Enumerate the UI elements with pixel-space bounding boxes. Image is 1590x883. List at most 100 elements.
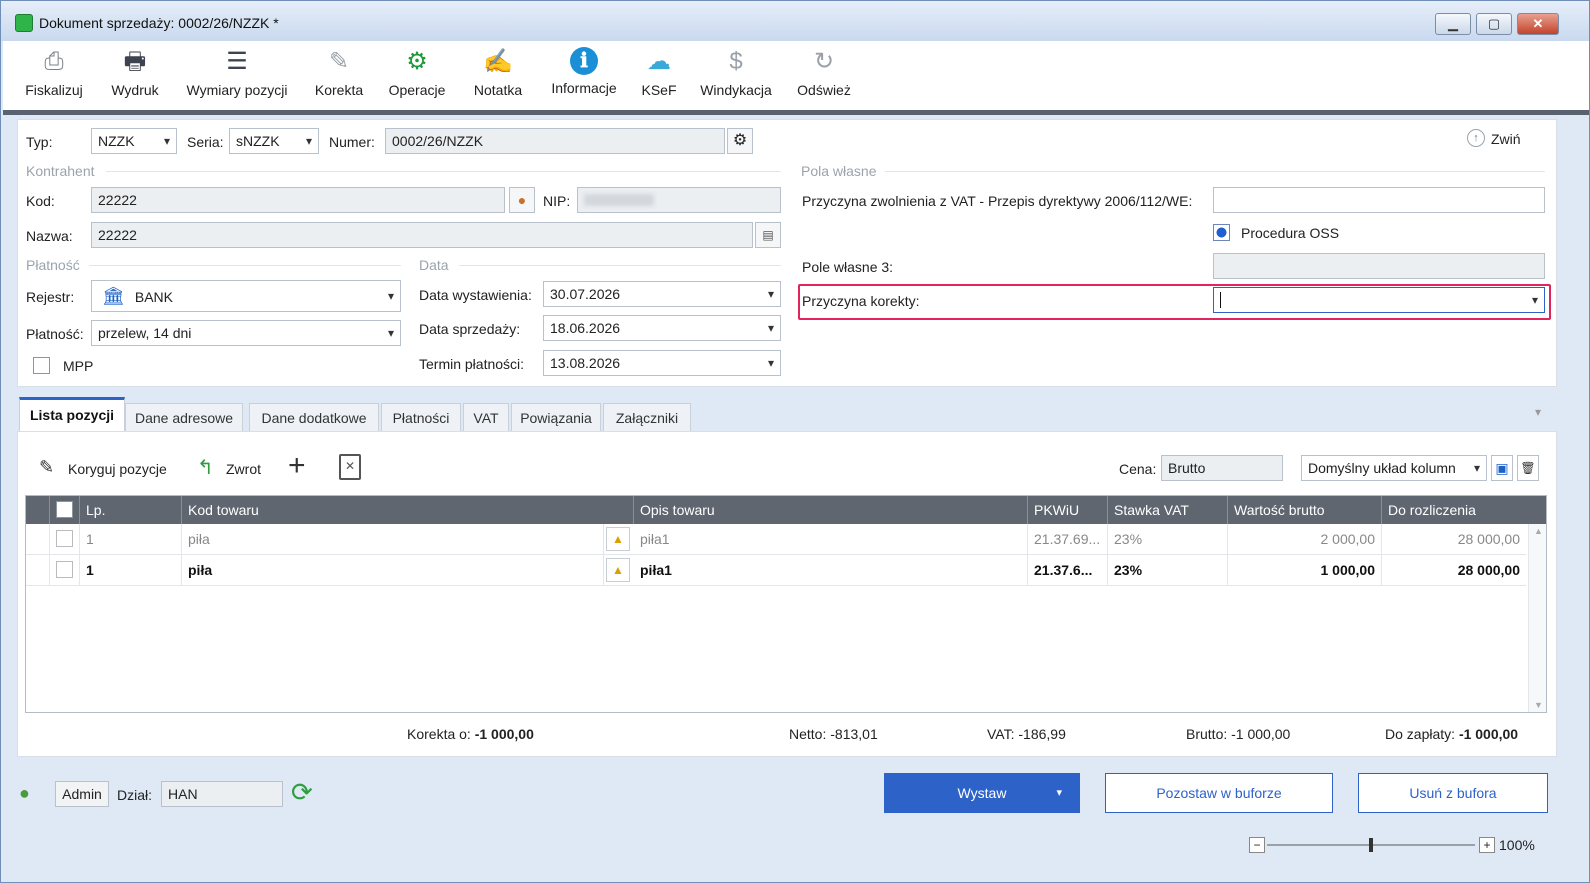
tab-vat[interactable]: VAT [463,403,509,433]
maximize-button[interactable]: ▢ [1476,13,1512,35]
user-icon: ● [19,783,30,803]
zwrot-button[interactable]: Zwrot [226,461,261,477]
tab-zalaczniki[interactable]: Załączniki [603,403,691,433]
przyczyna-zwolnienia-input[interactable] [1213,187,1545,213]
col-kod-towaru[interactable]: Kod towaru [182,496,634,524]
user-badge[interactable]: Admin [55,781,109,807]
vat-total-value: -186,99 [1018,726,1066,742]
tab-dane-dodatkowe[interactable]: Dane dodatkowe [249,403,379,433]
dzial-input[interactable]: HAN [161,781,283,807]
data-sprzedazy-input[interactable]: 18.06.2026 [543,315,781,341]
col-lp[interactable]: Lp. [80,496,182,524]
typ-select[interactable]: NZZK [91,128,177,154]
korekta-total-value: -1 000,00 [474,726,534,742]
wystaw-dropdown-icon[interactable]: ▾ [1056,773,1062,813]
wydruk-button[interactable]: 🖶 Wydruk [103,41,167,111]
brutto-total-value: -1 000,00 [1231,726,1291,742]
numbering-settings-icon[interactable]: ⚙ [727,128,753,154]
tab-powiazania[interactable]: Powiązania [511,403,601,433]
cell-wartosc-brutto: 1 000,00 [1228,555,1382,585]
pole-wlasne-3-input[interactable] [1213,253,1545,279]
trash-icon[interactable]: 🗑 [1517,455,1539,481]
address-card-icon[interactable]: ▤ [755,222,781,248]
toolbar-label: KSeF [641,82,677,98]
add-icon[interactable]: + [288,449,306,483]
zoom-out-button[interactable]: − [1249,837,1265,853]
mpp-checkbox[interactable] [33,357,50,374]
table-row[interactable]: 1 piła ▲ piła1 21.37.6... 23% 1 000,00 2… [26,555,1526,586]
toolbar-label: Wydruk [111,82,159,98]
zoom-in-button[interactable]: + [1479,837,1495,853]
numer-label: Numer: [329,134,375,150]
save-icon[interactable]: ▣ [1491,455,1513,481]
zoom-slider-thumb[interactable] [1369,838,1373,852]
grid-scrollbar[interactable]: ▲ ▼ [1528,524,1546,712]
windykacja-button[interactable]: $ Windykacja [695,41,777,111]
collapse-label[interactable]: Zwiń [1491,131,1521,147]
cell-pkwiu: 21.37.69... [1028,524,1108,554]
nip-input[interactable] [577,187,781,213]
uklad-kolumn-select[interactable]: Domyślny układ kolumn [1301,455,1487,481]
notatka-button[interactable]: ✍ Notatka [467,41,529,111]
sync-icon[interactable]: ⟳ [291,777,313,808]
wymiary-pozycji-button[interactable]: ☰ Wymiary pozycji [181,41,293,111]
data-wystawienia-input[interactable]: 30.07.2026 [543,281,781,307]
toolbar-label: Windykacja [700,82,772,98]
tab-platnosci[interactable]: Płatności [381,403,461,433]
pozostaw-w-buforze-button[interactable]: Pozostaw w buforze [1105,773,1333,813]
odswiez-button[interactable]: ↻ Odśwież [793,41,855,111]
nazwa-input[interactable]: 22222 [91,222,753,248]
cena-input[interactable]: Brutto [1161,455,1283,481]
wystaw-button[interactable]: Wystaw ▾ [884,773,1080,813]
kontrahent-section: Kontrahent [26,163,95,179]
col-do-rozliczenia[interactable]: Do rozliczenia [1382,496,1526,524]
ksef-button[interactable]: ☁ KSeF [639,41,679,111]
tabs-dropdown-icon[interactable]: ▾ [1535,405,1541,419]
cell-lp: 1 [80,555,182,585]
informacje-button[interactable]: ℹ Informacje [545,41,623,111]
do-zaplaty-value: -1 000,00 [1458,726,1519,742]
termin-platnosci-input[interactable]: 13.08.2026 [543,350,781,376]
numer-input[interactable]: 0002/26/NZZK [385,128,725,154]
koryguj-pozycje-button[interactable]: Koryguj pozycje [68,461,167,477]
rejestr-select[interactable]: 🏛 BANK [91,280,401,312]
toolbar-label: Informacje [551,80,617,96]
operacje-button[interactable]: ⚙ Operacje [385,41,449,111]
procedura-oss-label: Procedura OSS [1241,225,1340,241]
divider [459,265,781,266]
fiskalizuj-button[interactable]: ⎙ Fiskalizuj [21,41,87,111]
delete-icon[interactable]: ✕ [339,454,361,480]
money-hand-icon: $ [729,48,743,75]
table-row[interactable]: 1 piła ▲ piła1 21.37.69... 23% 2 000,00 … [26,524,1526,555]
col-stawka-vat[interactable]: Stawka VAT [1108,496,1228,524]
kod-input[interactable]: 22222 [91,187,505,213]
nazwa-label: Nazwa: [26,228,73,244]
select-all-checkbox[interactable] [56,501,73,518]
cena-label: Cena: [1119,461,1157,477]
product-lookup-icon[interactable]: ▲ [606,527,630,551]
row-select-cell [50,555,80,585]
collapse-up-icon[interactable]: ↑ [1467,129,1485,147]
minimize-button[interactable]: ▁ [1435,13,1471,35]
title-bar: Dokument sprzedaży: 0002/26/NZZK * ▁ ▢ ✕ [1,1,1589,41]
korekta-button[interactable]: ✎ Korekta [309,41,369,111]
tab-dane-adresowe[interactable]: Dane adresowe [125,403,243,433]
tab-lista-pozycji[interactable]: Lista pozycji [19,397,125,433]
usun-z-bufora-button[interactable]: Usuń z bufora [1358,773,1548,813]
col-wartosc-brutto[interactable]: Wartość brutto [1228,496,1382,524]
product-lookup-icon[interactable]: ▲ [606,558,630,582]
korekta-total: Korekta o: -1 000,00 [407,726,534,742]
platnosc-select[interactable]: przelew, 14 dni [91,320,401,346]
procedura-oss-checkbox[interactable] [1213,224,1230,241]
seria-select[interactable]: sNZZK [229,128,319,154]
scroll-up-icon[interactable]: ▲ [1534,526,1543,536]
col-opis-towaru[interactable]: Opis towaru [634,496,1028,524]
scroll-down-icon[interactable]: ▼ [1534,700,1543,710]
contractor-person-icon[interactable]: ● [509,187,535,213]
przyczyna-korekty-select[interactable] [1213,287,1545,313]
col-pkwiu[interactable]: PKWiU [1028,496,1108,524]
row-checkbox[interactable] [56,530,73,547]
close-button[interactable]: ✕ [1517,13,1559,35]
platnosc-section: Płatność [26,257,80,273]
row-checkbox[interactable] [56,561,73,578]
